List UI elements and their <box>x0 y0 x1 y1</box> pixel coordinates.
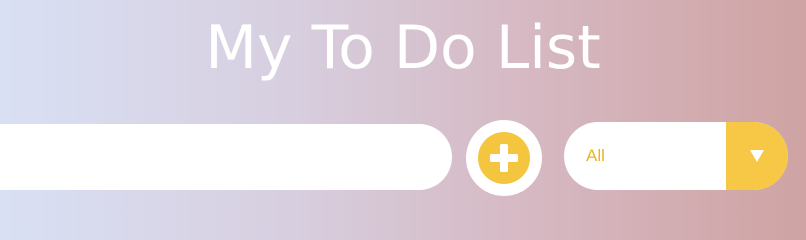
filter-dropdown-button[interactable] <box>726 122 788 190</box>
filter-selected-value: All <box>586 146 605 165</box>
plus-icon <box>478 132 530 184</box>
caret-down-icon <box>750 150 764 162</box>
page-title: My To Do List <box>205 13 601 83</box>
add-todo-button[interactable] <box>466 120 542 196</box>
filter-select[interactable]: All <box>564 122 788 190</box>
todo-input[interactable] <box>0 124 452 190</box>
